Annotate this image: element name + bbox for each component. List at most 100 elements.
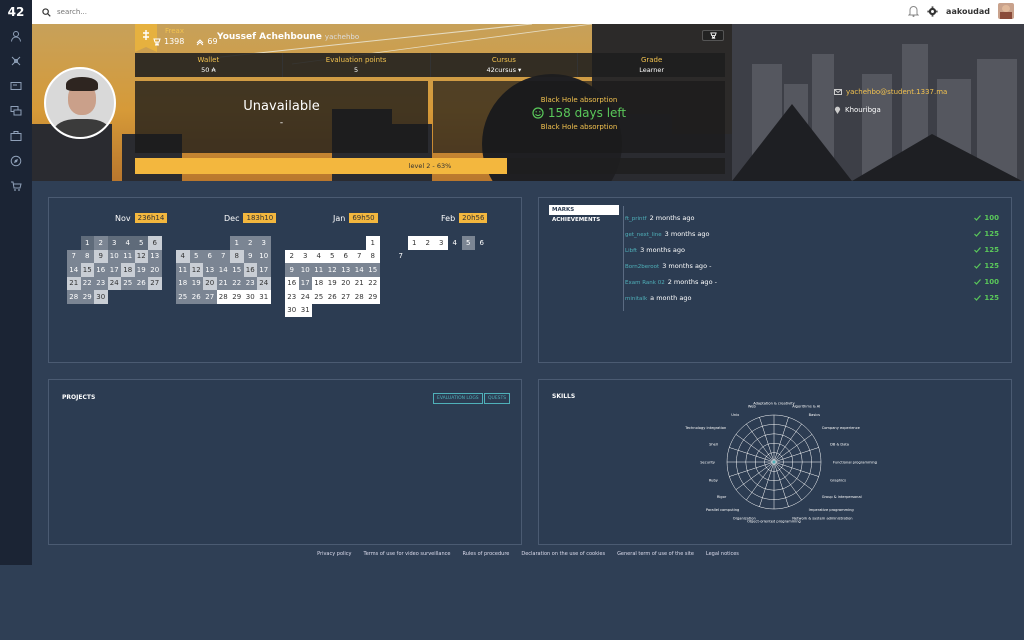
mark-project[interactable]: get_next_line <box>625 232 662 238</box>
mark-project[interactable]: ft_printf <box>625 216 647 222</box>
calendar-day[interactable]: 24 <box>107 276 121 290</box>
calendar-day[interactable]: 31 <box>257 290 271 304</box>
calendar-day[interactable]: 1 <box>407 236 421 250</box>
bell-icon[interactable] <box>908 5 920 17</box>
calendar-day[interactable]: 31 <box>298 303 312 317</box>
calendar-day[interactable]: 5 <box>461 236 475 250</box>
calendar-day[interactable]: 15 <box>80 263 94 277</box>
calendar-day[interactable]: 2 <box>94 236 108 250</box>
user-login[interactable]: aakoudad <box>946 7 990 16</box>
footer-link-rules[interactable]: Rules of procedure <box>462 551 509 557</box>
calendar-day[interactable]: 15 <box>366 263 380 277</box>
calendar-day[interactable]: 5 <box>134 236 148 250</box>
calendar-day[interactable]: 3 <box>434 236 448 250</box>
calendar-day[interactable]: 5 <box>189 249 203 263</box>
calendar-day[interactable]: 26 <box>189 290 203 304</box>
calendar-day[interactable]: 30 <box>94 290 108 304</box>
email-text[interactable]: yachehbo@student.1337.ma <box>846 88 947 96</box>
crosshair-icon[interactable] <box>10 55 22 67</box>
calendar-day[interactable]: 19 <box>134 263 148 277</box>
calendar-day[interactable]: 30 <box>243 290 257 304</box>
calendar-day[interactable]: 2 <box>421 236 435 250</box>
calendar-day[interactable]: 5 <box>325 249 339 263</box>
calendar-day[interactable]: 6 <box>203 249 217 263</box>
calendar-day[interactable]: 9 <box>285 263 299 277</box>
mark-project[interactable]: Born2beroot <box>625 264 659 270</box>
profile-picture[interactable] <box>44 67 116 139</box>
mark-row[interactable]: Libft 3 months ago 125 <box>625 242 999 258</box>
quests-button[interactable]: QUESTS <box>484 393 511 404</box>
calendar-day[interactable]: 3 <box>107 236 121 250</box>
calendar-day[interactable]: 12 <box>134 249 148 263</box>
trophy-toggle-button[interactable] <box>702 30 724 41</box>
calendar-day[interactable]: 4 <box>176 249 190 263</box>
calendar-day[interactable]: 29 <box>366 290 380 304</box>
calendar-day[interactable]: 24 <box>298 290 312 304</box>
footer-link-legal[interactable]: Legal notices <box>706 551 739 557</box>
calendar-day[interactable]: 20 <box>339 276 353 290</box>
calendar-day[interactable]: 9 <box>243 249 257 263</box>
footer-link-privacy[interactable]: Privacy policy <box>317 551 351 557</box>
calendar-day[interactable]: 21 <box>67 276 81 290</box>
calendar-day[interactable]: 11 <box>312 263 326 277</box>
calendar-day[interactable]: 14 <box>352 263 366 277</box>
footer-link-video[interactable]: Terms of use for video surveillance <box>364 551 451 557</box>
calendar-day[interactable]: 10 <box>298 263 312 277</box>
calendar-day[interactable]: 9 <box>94 249 108 263</box>
calendar-day[interactable]: 17 <box>107 263 121 277</box>
calendar-day[interactable]: 14 <box>67 263 81 277</box>
calendar-day[interactable]: 3 <box>298 249 312 263</box>
mark-row[interactable]: ft_printf 2 months ago 100 <box>625 210 999 226</box>
calendar-day[interactable]: 13 <box>203 263 217 277</box>
calendar-day[interactable]: 14 <box>216 263 230 277</box>
calendar-day[interactable]: 1 <box>230 236 244 250</box>
calendar-day[interactable]: 18 <box>176 276 190 290</box>
calendar-day[interactable]: 23 <box>285 290 299 304</box>
mark-project[interactable]: Libft <box>625 248 637 254</box>
mark-row[interactable]: minitalk a month ago 125 <box>625 290 999 306</box>
calendar-day[interactable]: 22 <box>366 276 380 290</box>
calendar-day[interactable]: 21 <box>352 276 366 290</box>
calendar-day[interactable]: 17 <box>257 263 271 277</box>
calendar-day[interactable]: 27 <box>203 290 217 304</box>
logo-42[interactable]: 42 <box>0 0 32 24</box>
mark-row[interactable]: Born2beroot 3 months ago - 125 <box>625 258 999 274</box>
calendar-day[interactable]: 17 <box>298 276 312 290</box>
calendar-day[interactable]: 8 <box>230 249 244 263</box>
footer-link-terms[interactable]: General term of use of the site <box>617 551 694 557</box>
calendar-day[interactable]: 7 <box>352 249 366 263</box>
calendar-day[interactable]: 4 <box>312 249 326 263</box>
calendar-day[interactable]: 23 <box>243 276 257 290</box>
calendar-day[interactable]: 30 <box>285 303 299 317</box>
calendar-day[interactable]: 8 <box>366 249 380 263</box>
calendar-day[interactable]: 19 <box>189 276 203 290</box>
briefcase-icon[interactable] <box>10 130 22 142</box>
calendar-day[interactable]: 20 <box>203 276 217 290</box>
calendar-day[interactable]: 20 <box>148 263 162 277</box>
calendar-day[interactable]: 11 <box>121 249 135 263</box>
calendar-day[interactable]: 19 <box>325 276 339 290</box>
evaluation-logs-button[interactable]: EVALUATION LOGS <box>433 393 483 404</box>
footer-link-cookies[interactable]: Declaration on the use of cookies <box>521 551 605 557</box>
chat-icon[interactable] <box>10 105 22 117</box>
calendar-day[interactable]: 16 <box>285 276 299 290</box>
calendar-day[interactable]: 26 <box>134 276 148 290</box>
calendar-day[interactable]: 2 <box>243 236 257 250</box>
calendar-day[interactable]: 24 <box>257 276 271 290</box>
calendar-day[interactable]: 23 <box>94 276 108 290</box>
calendar-day[interactable]: 4 <box>448 236 462 250</box>
calendar-day[interactable]: 1 <box>80 236 94 250</box>
calendar-day[interactable]: 10 <box>257 249 271 263</box>
calendar-day[interactable]: 7 <box>67 249 81 263</box>
calendar-day[interactable]: 6 <box>475 236 489 250</box>
calendar-day[interactable]: 16 <box>94 263 108 277</box>
cart-icon[interactable] <box>10 180 22 192</box>
calendar-day[interactable]: 22 <box>80 276 94 290</box>
calendar-day[interactable]: 8 <box>80 249 94 263</box>
id-card-icon[interactable] <box>10 80 22 92</box>
calendar-day[interactable]: 3 <box>257 236 271 250</box>
mark-row[interactable]: get_next_line 3 months ago 125 <box>625 226 999 242</box>
tab-marks[interactable]: MARKS <box>549 205 619 215</box>
search-input[interactable] <box>57 8 257 16</box>
user-avatar[interactable] <box>998 3 1014 19</box>
